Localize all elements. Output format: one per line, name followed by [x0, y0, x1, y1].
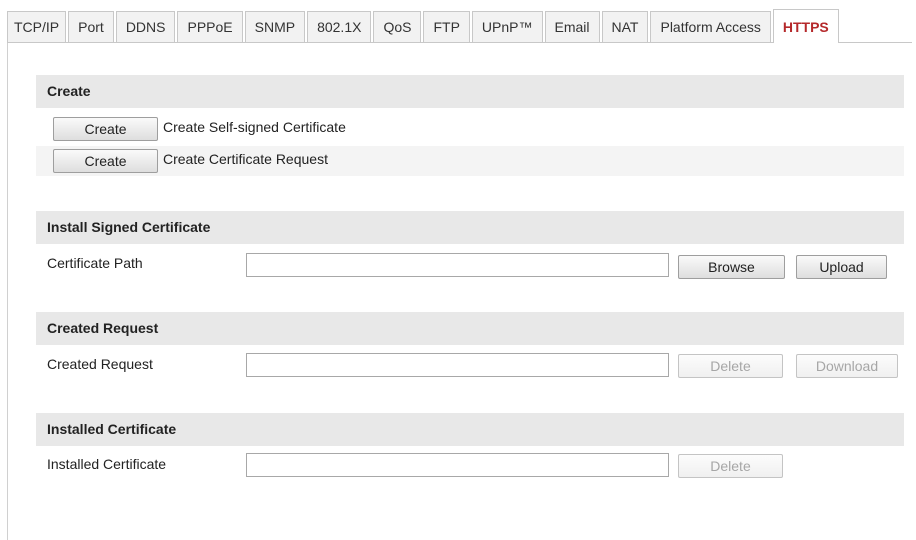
tab-platform-access[interactable]: Platform Access: [650, 11, 771, 42]
tab-pppoe[interactable]: PPPoE: [177, 11, 243, 42]
upload-button[interactable]: Upload: [796, 255, 887, 279]
tab-bar: TCP/IP Port DDNS PPPoE SNMP 802.1X QoS F…: [7, 9, 912, 43]
created-request-label: Created Request: [47, 356, 153, 372]
create-request-label: Create Certificate Request: [163, 151, 328, 167]
installed-certificate-input[interactable]: [246, 453, 669, 477]
create-self-signed-button[interactable]: Create: [53, 117, 158, 141]
tab-8021x[interactable]: 802.1X: [307, 11, 372, 42]
content-left-border: [7, 43, 8, 540]
certificate-path-row: Certificate Path Browse Upload: [36, 251, 904, 281]
tab-ddns[interactable]: DDNS: [115, 11, 176, 42]
tab-https[interactable]: HTTPS: [772, 9, 839, 43]
tab-ftp[interactable]: FTP: [423, 11, 470, 42]
certificate-path-input[interactable]: [246, 253, 669, 277]
download-request-button[interactable]: Download: [796, 354, 898, 378]
create-section-header: Create: [36, 75, 904, 108]
tab-snmp[interactable]: SNMP: [244, 11, 306, 42]
delete-request-button[interactable]: Delete: [678, 354, 783, 378]
created-request-section-header: Created Request: [36, 312, 904, 345]
create-self-signed-label: Create Self-signed Certificate: [163, 119, 346, 135]
installed-certificate-section-header: Installed Certificate: [36, 413, 904, 446]
tab-upnp[interactable]: UPnP™: [471, 11, 543, 42]
create-request-row: Create Create Certificate Request: [36, 146, 904, 176]
tab-email[interactable]: Email: [544, 11, 600, 42]
tab-tcpip[interactable]: TCP/IP: [7, 11, 67, 42]
browse-button[interactable]: Browse: [678, 255, 785, 279]
delete-certificate-button[interactable]: Delete: [678, 454, 783, 478]
tab-port[interactable]: Port: [68, 11, 114, 42]
installed-certificate-label: Installed Certificate: [47, 456, 167, 472]
install-section-header: Install Signed Certificate: [36, 211, 904, 244]
certificate-path-label: Certificate Path: [47, 255, 143, 271]
tab-nat[interactable]: NAT: [601, 11, 649, 42]
created-request-row: Created Request Delete Download: [36, 351, 904, 381]
create-request-button[interactable]: Create: [53, 149, 158, 173]
created-request-input[interactable]: [246, 353, 669, 377]
installed-certificate-row: Installed Certificate Delete: [36, 451, 904, 481]
tab-qos[interactable]: QoS: [373, 11, 422, 42]
create-self-signed-row: Create Create Self-signed Certificate: [36, 114, 904, 144]
